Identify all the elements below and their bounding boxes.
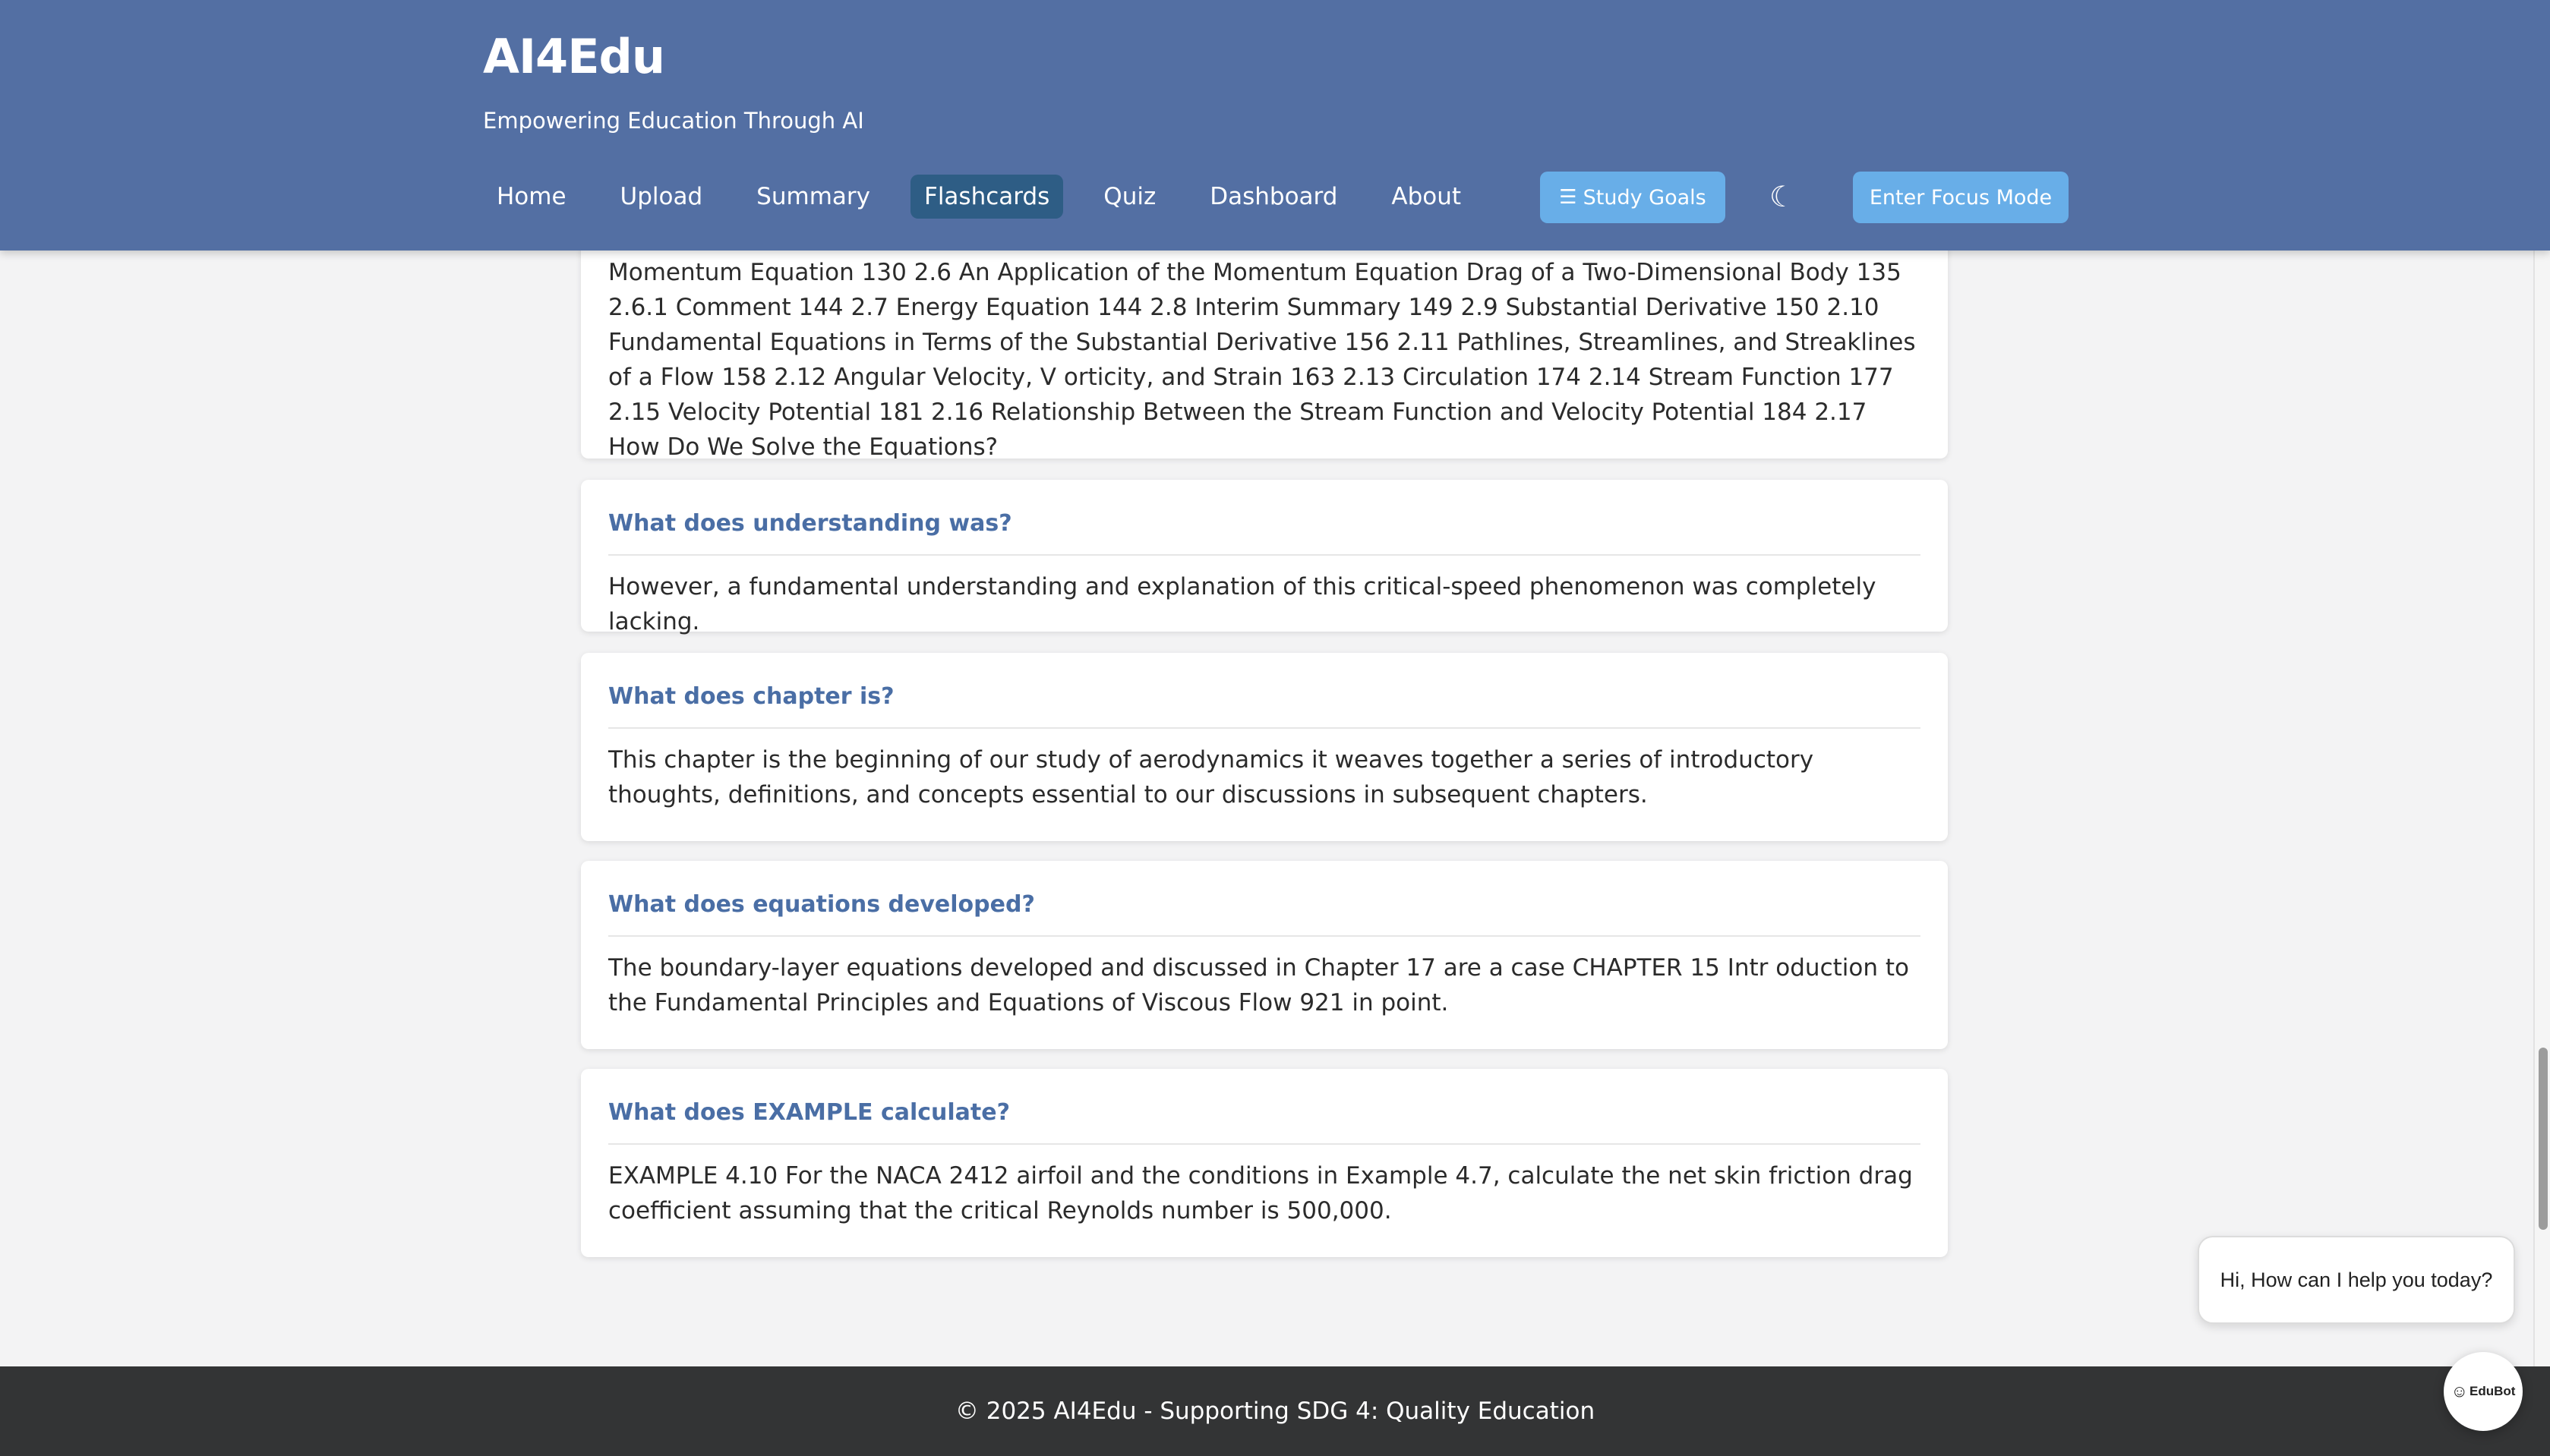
flashcard-answer: However, a fundamental understanding and…	[608, 573, 1876, 635]
flashcard-question: What does equations developed?	[608, 891, 1035, 918]
scrollbar-thumb[interactable]	[2539, 1048, 2548, 1230]
nav-summary[interactable]: Summary	[743, 175, 884, 219]
robot-icon: ☺	[2451, 1382, 2469, 1401]
flashcard-answer: The boundary-layer equations developed a…	[608, 954, 1909, 1016]
flashcard-question: What does chapter is?	[608, 683, 895, 710]
flashcard-question: What does understanding was?	[608, 510, 1012, 537]
flashcard[interactable]: What does understanding was? However, a …	[581, 480, 1948, 635]
flashcard[interactable]: What does EXAMPLE calculate? EXAMPLE 4.1…	[581, 1069, 1948, 1257]
divider	[608, 554, 1920, 556]
footer-text: © 2025 AI4Edu - Supporting SDG 4: Qualit…	[955, 1398, 1595, 1425]
nav-flashcards[interactable]: Flashcards	[910, 175, 1064, 219]
nav-quiz[interactable]: Quiz	[1090, 175, 1169, 219]
flashcard-answer: Momentum Equation 130 2.6 An Application…	[608, 259, 1916, 459]
checklist-icon: ☰	[1559, 186, 1577, 209]
flashcard-question: What does EXAMPLE calculate?	[608, 1099, 1011, 1126]
chatbot-launcher-button[interactable]: ☺ EduBot	[2444, 1352, 2523, 1431]
page-scrollbar[interactable]	[2533, 251, 2550, 1366]
chatbot-launcher-label: EduBot	[2470, 1384, 2516, 1398]
study-goals-label: Study Goals	[1583, 185, 1706, 210]
divider	[608, 935, 1920, 937]
site-tagline: Empowering Education Through AI	[483, 108, 864, 134]
chatbot-greeting[interactable]: Hi, How can I help you today?	[2198, 1236, 2515, 1324]
flashcard[interactable]: What does chapter is? This chapter is th…	[581, 653, 1948, 841]
nav-upload[interactable]: Upload	[607, 175, 717, 219]
moon-icon: ☾	[1769, 180, 1796, 213]
focus-mode-button[interactable]: Enter Focus Mode	[1853, 172, 2069, 223]
nav-dashboard[interactable]: Dashboard	[1196, 175, 1351, 219]
divider	[608, 1143, 1920, 1145]
flashcard[interactable]: What does equations developed? The bound…	[581, 861, 1948, 1049]
nav-home[interactable]: Home	[483, 175, 580, 219]
flashcard-answer: This chapter is the beginning of our stu…	[608, 746, 1814, 808]
theme-toggle-button[interactable]: ☾	[1763, 178, 1801, 216]
nav-about[interactable]: About	[1378, 175, 1475, 219]
site-footer: © 2025 AI4Edu - Supporting SDG 4: Qualit…	[0, 1366, 2550, 1456]
site-logo[interactable]: AI4Edu	[483, 29, 665, 84]
flashcard-answer: EXAMPLE 4.10 For the NACA 2412 airfoil a…	[608, 1162, 1913, 1224]
main-nav: Home Upload Summary Flashcards Quiz Dash…	[483, 175, 1501, 219]
divider	[608, 727, 1920, 729]
study-goals-button[interactable]: ☰ Study Goals	[1540, 172, 1725, 223]
site-header: AI4Edu Empowering Education Through AI H…	[0, 0, 2550, 251]
